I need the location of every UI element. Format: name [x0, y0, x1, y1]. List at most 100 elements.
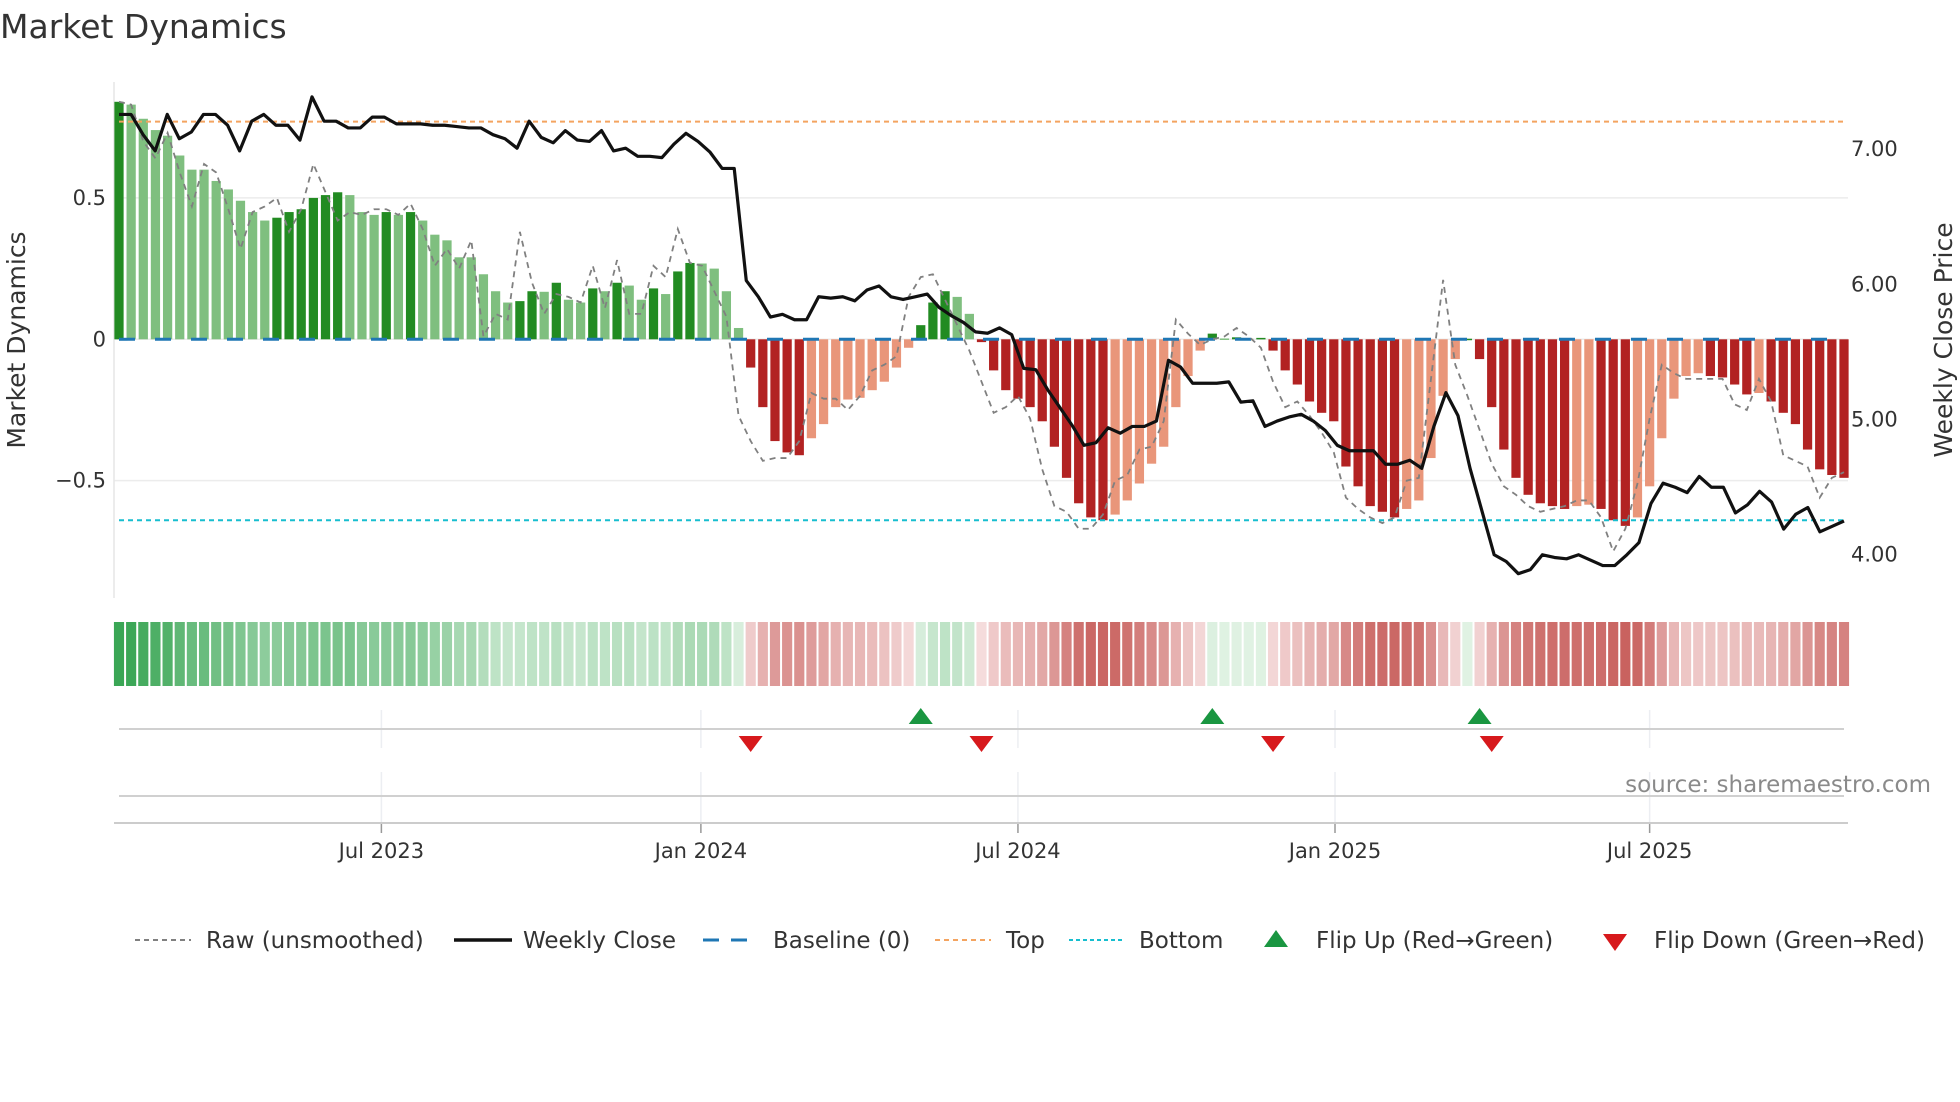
momentum-bar: [345, 195, 355, 340]
momentum-bar: [867, 339, 877, 391]
heat-strip-cell: [1170, 622, 1181, 686]
heat-strip-cell: [393, 622, 404, 686]
momentum-bar: [381, 212, 391, 340]
heat-strip-cell: [1037, 622, 1048, 686]
heat-strip-cell: [757, 622, 768, 686]
heat-strip-cell: [1559, 622, 1570, 686]
y2-tick-label: 5.00: [1851, 407, 1898, 431]
heat-strip-cell: [1632, 622, 1643, 686]
momentum-bar: [648, 288, 659, 340]
momentum-bar: [272, 217, 282, 340]
momentum-bar: [685, 262, 695, 340]
momentum-bar: [1074, 339, 1084, 504]
momentum-bar: [1620, 339, 1630, 526]
legend-bottom-label: Bottom: [1139, 928, 1223, 954]
heat-strip-cell: [405, 622, 416, 686]
heat-strip-cell: [1462, 622, 1473, 686]
momentum-bar: [138, 118, 148, 340]
momentum-bar: [1317, 339, 1327, 413]
momentum-bar: [928, 302, 938, 340]
momentum-bar: [357, 212, 367, 340]
momentum-bar: [405, 212, 416, 340]
momentum-bar: [1742, 339, 1752, 395]
heat-strip-cell: [830, 622, 841, 686]
heat-strip-cell: [1110, 622, 1121, 686]
heat-strip-cell: [429, 622, 440, 686]
momentum-bar: [1353, 339, 1363, 487]
momentum-bar: [1632, 339, 1643, 518]
heat-strip-cell: [174, 622, 185, 686]
momentum-bar: [1547, 339, 1558, 507]
momentum-bar: [879, 339, 889, 382]
momentum-bar: [1511, 339, 1521, 478]
heat-strip-cell: [162, 622, 173, 686]
heat-strip-cell: [745, 622, 756, 686]
heat-strip-cell: [939, 622, 951, 686]
momentum-bar: [1584, 339, 1594, 505]
momentum-bar: [1705, 339, 1715, 377]
momentum-bar: [1025, 339, 1035, 408]
momentum-bar: [199, 169, 209, 340]
heat-strip-cell: [1705, 622, 1716, 686]
x-tick-label: Jan 2024: [653, 839, 748, 863]
heat-strip-cell: [1012, 622, 1024, 686]
heat-strip-cell: [308, 622, 319, 686]
momentum-bar: [661, 294, 671, 340]
heat-strip-cell: [1571, 622, 1582, 686]
momentum-bar: [1280, 339, 1290, 371]
heat-strip-cell: [296, 622, 307, 686]
momentum-bar: [733, 327, 744, 340]
momentum-bar: [114, 101, 124, 340]
heat-strip-cell: [563, 622, 574, 686]
momentum-bar: [1730, 339, 1740, 385]
momentum-bars: [114, 101, 1849, 526]
heat-strip-cell: [1207, 622, 1218, 686]
heat-strip-cell: [672, 622, 683, 686]
heat-strip-cell: [417, 622, 428, 686]
momentum-bar: [175, 155, 185, 340]
flip-up-marker: [908, 708, 933, 724]
momentum-bar: [1596, 339, 1606, 509]
heat-strip-cell: [223, 622, 234, 686]
heat-strip-cell: [454, 622, 465, 686]
momentum-bar: [1438, 339, 1448, 396]
momentum-bar: [916, 325, 926, 340]
source-label: source: sharemaestro.com: [1625, 772, 1931, 798]
heat-strip-cell: [259, 622, 270, 686]
market-dynamics-chart: Market Dynamics 0.5 0 −0.5 7.00 6.00 5.0…: [0, 7, 1958, 954]
heat-strip-cell: [1219, 622, 1230, 686]
momentum-bar: [1365, 339, 1375, 507]
y2-tick-label: 7.00: [1851, 137, 1898, 161]
heat-strip-cell: [126, 622, 137, 686]
heat-strip-cell: [1729, 622, 1740, 686]
heat-strip-cell: [611, 622, 623, 686]
x-tick-label: Jul 2025: [1605, 839, 1692, 863]
heat-strip-cell: [1693, 622, 1704, 686]
heat-strip-cell: [988, 622, 999, 686]
heat-strip-cell: [1547, 622, 1558, 686]
heat-strip-cell: [1413, 622, 1424, 686]
heat-strip-cell: [599, 622, 610, 686]
heat-strip-cell: [1328, 622, 1339, 686]
momentum-bar: [1329, 339, 1339, 422]
y-tick-label: 0.5: [73, 186, 106, 210]
heat-strip-cell: [344, 622, 355, 686]
momentum-bar: [1268, 339, 1278, 351]
momentum-bar: [831, 339, 841, 408]
heat-strip-cell: [1134, 622, 1145, 686]
heat-strip-cell: [891, 622, 902, 686]
momentum-bar: [1487, 339, 1497, 408]
heat-strip-cell: [1523, 622, 1534, 686]
momentum-bar: [320, 195, 331, 340]
heat-strip-cell: [1243, 622, 1254, 686]
heat-strip-cell: [854, 622, 866, 686]
legend-flip-up-icon: [1264, 930, 1288, 947]
momentum-bar: [1559, 339, 1570, 509]
heat-strip-cell: [1814, 622, 1825, 686]
heat-strip-cell: [1608, 622, 1619, 686]
heat-strip-cell: [1267, 622, 1279, 686]
flip-down-marker: [1479, 736, 1504, 752]
heat-strip-cell: [478, 622, 489, 686]
flip-down-marker: [969, 736, 994, 752]
momentum-bar: [1766, 339, 1776, 402]
